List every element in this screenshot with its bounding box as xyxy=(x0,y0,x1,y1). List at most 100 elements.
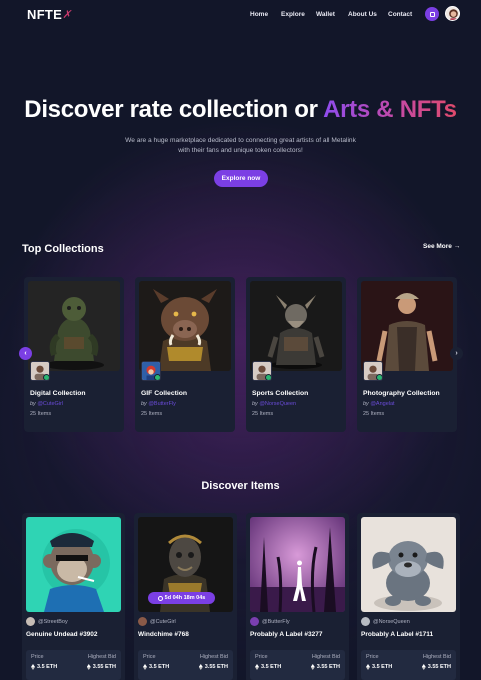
owner-avatar xyxy=(138,617,147,626)
hero-title-highlight: Arts & NFTs xyxy=(323,96,457,123)
item-name: Probably A Label #3277 xyxy=(250,631,323,638)
collection-author: by @CuteGirl xyxy=(30,401,64,407)
bid-value: 3.55 ETH xyxy=(310,664,340,670)
discover-items-title: Discover Items xyxy=(201,480,280,492)
item-name: Genuine Undead #3902 xyxy=(26,631,98,638)
price-value: 3.5 ETH xyxy=(255,664,281,670)
price-label: Price xyxy=(31,654,44,660)
verified-badge-icon xyxy=(265,374,271,380)
collection-card[interactable]: Digital Collection by @CuteGirl 25 Items xyxy=(24,277,124,432)
item-owner[interactable]: @ButterFly xyxy=(250,617,290,626)
item-price-box: Price Highest Bid 3.5 ETH 3.55 ETH xyxy=(250,650,345,680)
item-card[interactable]: @ButterFly Probably A Label #3277 Price … xyxy=(246,513,349,680)
wallet-icon xyxy=(429,11,435,17)
collection-author: by @ButterFly xyxy=(141,401,176,407)
item-price-box: Price Highest Bid 3.5 ETH 3.55 ETH xyxy=(138,650,233,680)
item-owner[interactable]: @CuteGirl xyxy=(138,617,176,626)
collection-avatar xyxy=(252,361,272,381)
price-label: Price xyxy=(366,654,379,660)
item-owner[interactable]: @StreetBoy xyxy=(26,617,68,626)
bid-value: 3.55 ETH xyxy=(86,664,116,670)
logo-mark-icon: ✗ xyxy=(61,9,74,21)
explore-now-button[interactable]: Explore now xyxy=(214,170,268,187)
see-more-link[interactable]: See More → xyxy=(423,243,460,250)
user-avatar[interactable] xyxy=(445,6,460,21)
item-price-box: Price Highest Bid 3.5 ETH 3.55 ETH xyxy=(26,650,121,680)
verified-badge-icon xyxy=(376,374,382,380)
item-owner[interactable]: @NorseQueen xyxy=(361,617,410,626)
collection-image xyxy=(28,281,120,371)
nav-home[interactable]: Home xyxy=(250,11,268,18)
item-name: Windchime #768 xyxy=(138,631,189,638)
hero-description: We are a huge marketplace dedicated to c… xyxy=(125,137,356,154)
author-link[interactable]: @CuteGirl xyxy=(37,401,63,407)
item-name: Probably A Label #1711 xyxy=(361,631,434,638)
eth-icon xyxy=(143,664,147,670)
author-link[interactable]: @NorseQueen xyxy=(259,401,296,407)
item-image xyxy=(26,517,121,612)
highest-bid-label: Highest Bid xyxy=(87,654,116,660)
collection-author: by @NorseQueen xyxy=(252,401,297,407)
owner-avatar xyxy=(250,617,259,626)
eth-icon xyxy=(255,664,259,670)
collection-image xyxy=(250,281,342,371)
carousel-prev-button[interactable]: ‹ xyxy=(19,347,32,360)
eth-icon xyxy=(310,664,315,670)
author-link[interactable]: @Angelat xyxy=(370,401,394,407)
eth-icon xyxy=(366,664,370,670)
item-image xyxy=(250,517,345,612)
price-value: 3.5 ETH xyxy=(366,664,392,670)
collection-name: GIF Collection xyxy=(141,390,188,397)
hero-title: Discover rate collection or Arts & NFTs xyxy=(0,96,481,124)
chevron-left-icon: ‹ xyxy=(24,350,27,357)
collection-image xyxy=(361,281,453,371)
item-card[interactable]: 5d 04h 18m 04s @CuteGirl Windchime #768 … xyxy=(134,513,237,680)
owner-handle: @CuteGirl xyxy=(150,618,176,625)
collection-name: Sports Collection xyxy=(252,390,309,397)
verified-badge-icon xyxy=(154,374,160,380)
author-link[interactable]: @ButterFly xyxy=(148,401,176,407)
owner-handle: @NorseQueen xyxy=(373,618,410,625)
collection-avatar xyxy=(30,361,50,381)
item-price-box: Price Highest Bid 3.5 ETH 3.55 ETH xyxy=(361,650,456,680)
eth-icon xyxy=(31,664,35,670)
collection-card[interactable]: Photography Collection by @Angelat 25 It… xyxy=(357,277,457,432)
price-label: Price xyxy=(143,654,156,660)
collection-avatar xyxy=(141,361,161,381)
nav-wallet[interactable]: Wallet xyxy=(316,11,335,18)
collection-count: 25 Items xyxy=(30,411,52,417)
carousel-next-button[interactable]: › xyxy=(450,347,463,360)
item-card[interactable]: @NorseQueen Probably A Label #1711 Price… xyxy=(357,513,460,680)
owner-avatar xyxy=(26,617,35,626)
timer-text: 5d 04h 18m 04s xyxy=(164,595,206,601)
eth-icon xyxy=(198,664,203,670)
collection-count: 25 Items xyxy=(363,411,385,417)
auction-timer: 5d 04h 18m 04s xyxy=(148,592,215,604)
chevron-right-icon: › xyxy=(455,350,458,357)
nav-about-us[interactable]: About Us xyxy=(348,11,377,18)
collection-count: 25 Items xyxy=(252,411,274,417)
eth-icon xyxy=(86,664,91,670)
wallet-button[interactable] xyxy=(425,7,439,21)
item-card[interactable]: @StreetBoy Genuine Undead #3902 Price Hi… xyxy=(22,513,125,680)
highest-bid-label: Highest Bid xyxy=(199,654,228,660)
logo[interactable]: NFTE ✗ xyxy=(27,7,74,22)
collection-name: Photography Collection xyxy=(363,390,440,397)
highest-bid-label: Highest Bid xyxy=(422,654,451,660)
bid-value: 3.55 ETH xyxy=(421,664,451,670)
collection-count: 25 Items xyxy=(141,411,163,417)
highest-bid-label: Highest Bid xyxy=(311,654,340,660)
bid-value: 3.55 ETH xyxy=(198,664,228,670)
collection-card[interactable]: GIF Collection by @ButterFly 25 Items xyxy=(135,277,235,432)
price-label: Price xyxy=(255,654,268,660)
collection-name: Digital Collection xyxy=(30,390,86,397)
collection-card[interactable]: Sports Collection by @NorseQueen 25 Item… xyxy=(246,277,346,432)
nav-contact[interactable]: Contact xyxy=(388,11,412,18)
price-value: 3.5 ETH xyxy=(31,664,57,670)
verified-badge-icon xyxy=(43,374,49,380)
owner-avatar xyxy=(361,617,370,626)
collection-avatar xyxy=(363,361,383,381)
nav-explore[interactable]: Explore xyxy=(281,11,305,18)
user-avatar-icon xyxy=(446,7,459,20)
top-navbar: NFTE ✗ Home Explore Wallet About Us Cont… xyxy=(0,0,481,30)
